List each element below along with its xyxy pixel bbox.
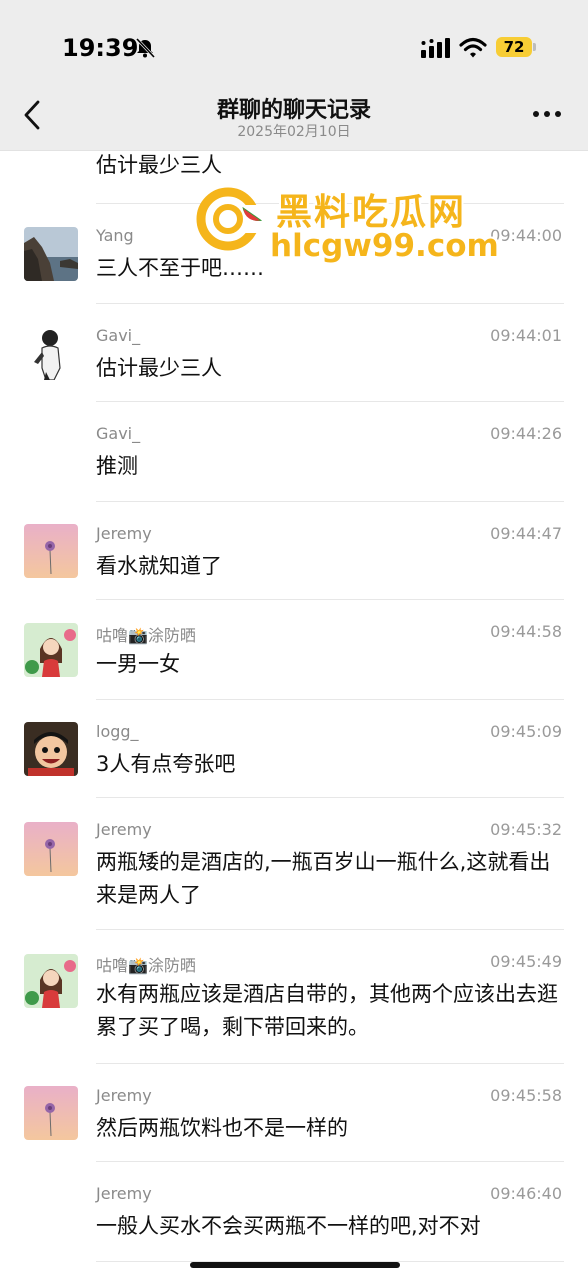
home-indicator[interactable] bbox=[190, 1262, 400, 1268]
message-time: 09:45:49 bbox=[490, 952, 562, 971]
message-item[interactable]: Gavi_ 09:44:26 推测 bbox=[0, 402, 588, 502]
message-item[interactable]: Jeremy 09:45:32 两瓶矮的是酒店的,一瓶百岁山一瓶什么,这就看出来… bbox=[0, 798, 588, 930]
girl-avatar[interactable] bbox=[24, 623, 78, 677]
message-time: 09:45:58 bbox=[490, 1086, 562, 1105]
wifi-icon bbox=[459, 37, 487, 58]
sender-name: Jeremy bbox=[96, 524, 152, 543]
battery-indicator: 72 bbox=[496, 37, 532, 57]
message-time: 09:44:47 bbox=[490, 524, 562, 543]
battery-cap bbox=[533, 43, 536, 51]
girl-avatar[interactable] bbox=[24, 954, 78, 1008]
message-text: 水有两瓶应该是酒店自带的，其他两个应该出去逛累了买了喝，剩下带回来的。 bbox=[96, 982, 558, 1039]
navigation-bar: 19:39 72 群聊的聊天记录 2025年02月10日 bbox=[0, 0, 588, 151]
watermark-logo-icon bbox=[196, 187, 263, 251]
message-text: 一男一女 bbox=[96, 652, 180, 676]
message-text: 估计最少三人 bbox=[96, 153, 222, 177]
watermark-url: hlcgw99.com bbox=[270, 228, 499, 264]
message-item[interactable]: 咕噜📸涂防晒 09:45:49 水有两瓶应该是酒店自带的，其他两个应该出去逛累了… bbox=[0, 930, 588, 1064]
message-text: 两瓶矮的是酒店的,一瓶百岁山一瓶什么,这就看出来是两人了 bbox=[96, 850, 551, 907]
message-item[interactable]: Jeremy 09:44:47 看水就知道了 bbox=[0, 502, 588, 600]
message-time: 09:44:00 bbox=[490, 226, 562, 245]
message-text: 推测 bbox=[96, 454, 138, 478]
message-time: 09:44:26 bbox=[490, 424, 562, 443]
sender-name: Jeremy bbox=[96, 820, 152, 839]
message-item[interactable]: logg_ 09:45:09 3人有点夸张吧 bbox=[0, 700, 588, 798]
sender-name: Yang bbox=[96, 226, 134, 245]
message-item[interactable]: Gavi_ 09:44:01 估计最少三人 bbox=[0, 304, 588, 402]
chat-title: 群聊的聊天记录 bbox=[216, 98, 371, 123]
cellular-signal-icon bbox=[421, 38, 450, 58]
sender-name: Jeremy bbox=[96, 1086, 152, 1105]
message-text: 一般人买水不会买两瓶不一样的吧,对不对 bbox=[96, 1214, 481, 1238]
status-time: 19:39 bbox=[62, 34, 139, 62]
flower-avatar[interactable] bbox=[24, 822, 78, 876]
message-text: 看水就知道了 bbox=[96, 554, 222, 578]
sender-name: 咕噜📸涂防晒 bbox=[96, 626, 196, 645]
sender-name: Gavi_ bbox=[96, 326, 141, 345]
cartoon-avatar[interactable] bbox=[24, 722, 78, 776]
sender-name: Gavi_ bbox=[96, 424, 141, 443]
message-time: 09:44:01 bbox=[490, 326, 562, 345]
message-text: 然后两瓶饮料也不是一样的 bbox=[96, 1116, 348, 1140]
more-ellipsis-icon[interactable] bbox=[530, 104, 564, 124]
landscape-avatar[interactable] bbox=[24, 227, 78, 281]
chat-date: 2025年02月10日 bbox=[237, 124, 351, 140]
message-text: 3人有点夸张吧 bbox=[96, 752, 236, 776]
sender-name: Jeremy bbox=[96, 1184, 152, 1203]
message-time: 09:44:58 bbox=[490, 622, 562, 641]
message-text: 估计最少三人 bbox=[96, 356, 222, 380]
bell-muted-icon bbox=[135, 37, 156, 59]
message-list[interactable]: 估计最少三人 Yang 09:44:00 三人不至于吧…… Gavi_ 09:4… bbox=[0, 150, 588, 1280]
sender-name: 咕噜📸涂防晒 bbox=[96, 956, 196, 975]
message-item[interactable]: Jeremy 09:46:40 一般人买水不会买两瓶不一样的吧,对不对 bbox=[0, 1162, 588, 1262]
message-time: 09:45:32 bbox=[490, 820, 562, 839]
sender-name: logg_ bbox=[96, 722, 139, 741]
message-item[interactable]: 咕噜📸涂防晒 09:44:58 一男一女 bbox=[0, 600, 588, 700]
message-time: 09:45:09 bbox=[490, 722, 562, 741]
message-time: 09:46:40 bbox=[490, 1184, 562, 1203]
message-item[interactable]: Jeremy 09:45:58 然后两瓶饮料也不是一样的 bbox=[0, 1064, 588, 1162]
flower-avatar[interactable] bbox=[24, 524, 78, 578]
flower-avatar[interactable] bbox=[24, 1086, 78, 1140]
person-avatar[interactable] bbox=[24, 326, 78, 380]
